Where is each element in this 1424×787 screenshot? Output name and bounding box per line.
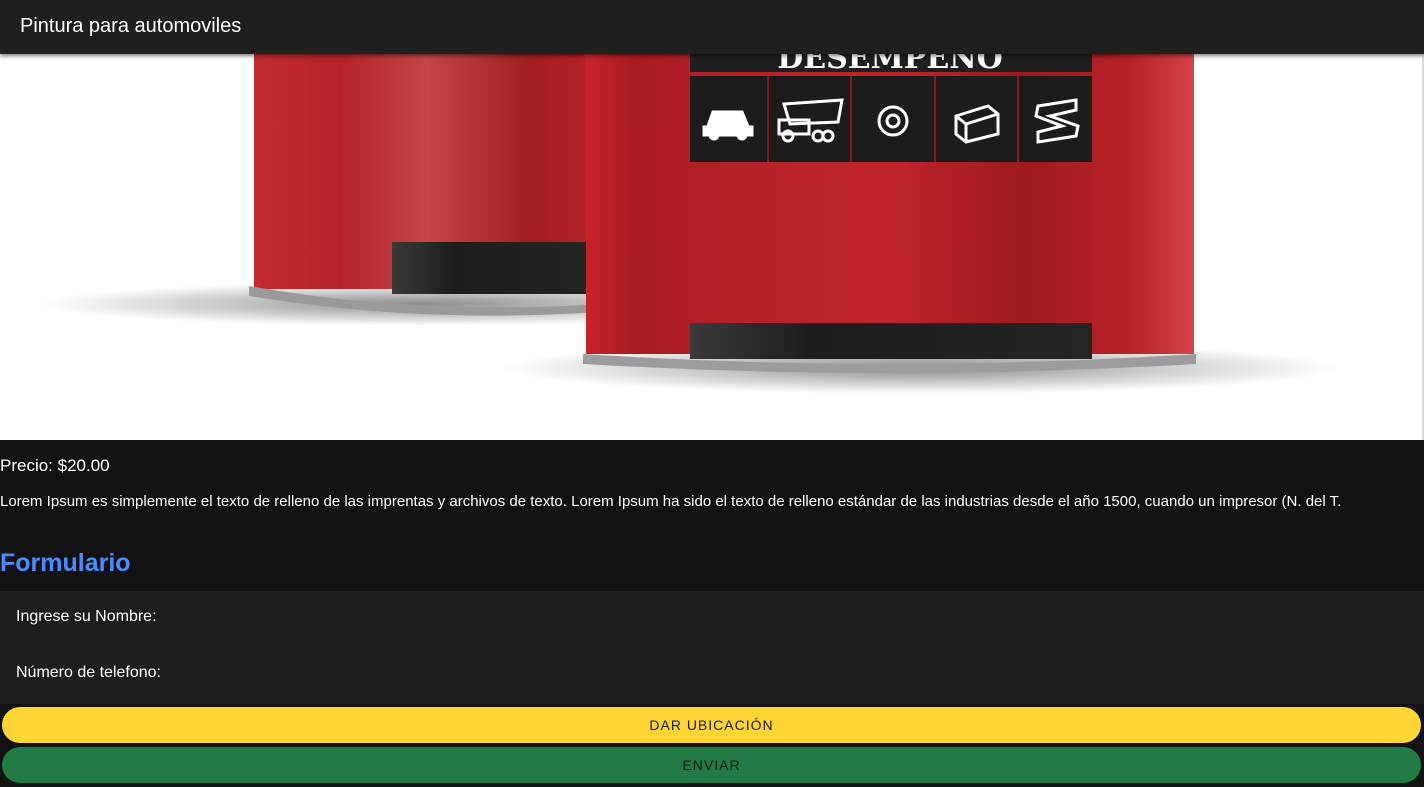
car-icon <box>702 110 754 141</box>
submit-button[interactable]: ENVIAR <box>2 747 1421 783</box>
can-label-text: DESEMPEÑO <box>777 54 1003 76</box>
contact-form: Ingrese su Nombre: Número de telefono: <box>0 591 1424 704</box>
form-title: Formulario <box>0 549 131 577</box>
front-paint-can: DESEMPEÑO <box>583 54 1196 373</box>
give-location-button[interactable]: DAR UBICACIÓN <box>2 707 1421 743</box>
back-paint-can <box>249 54 599 316</box>
app-title: Pintura para automoviles <box>20 15 242 37</box>
name-label: Ingrese su Nombre: <box>16 608 157 625</box>
phone-label: Número de telefono: <box>16 664 161 681</box>
product-image: DESEMPEÑO <box>0 54 1422 440</box>
name-input[interactable] <box>180 605 1400 629</box>
app-toolbar: Pintura para automoviles <box>0 0 1424 54</box>
product-price: Precio: $20.00 <box>0 456 110 475</box>
product-description: Lorem Ipsum es simplemente el texto de r… <box>0 493 1342 510</box>
phone-input[interactable] <box>180 661 1400 685</box>
